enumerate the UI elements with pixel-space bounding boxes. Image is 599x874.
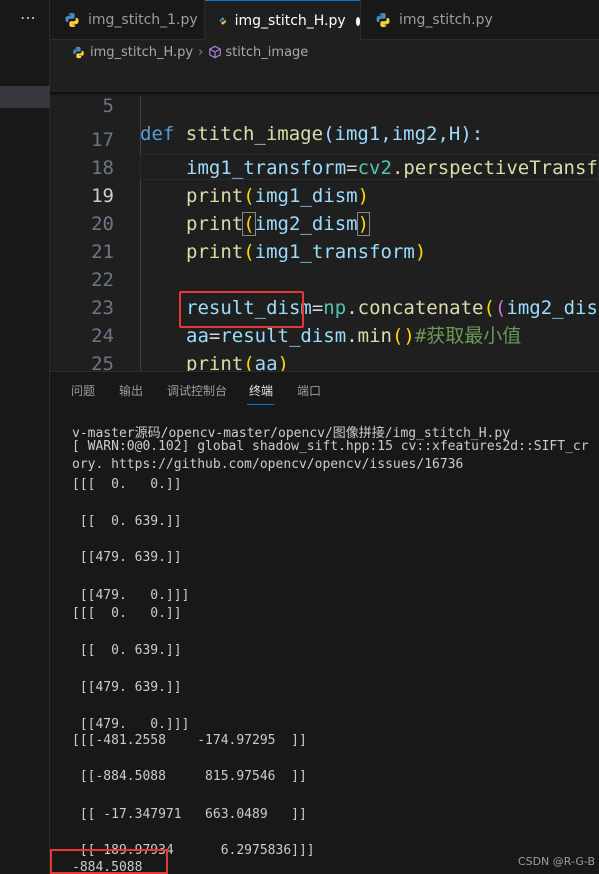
code-line[interactable]: 23 aa=result_dism.min()#获取最小值 [50,266,599,347]
terminal-line: [[479. 0.]]] [72,717,190,732]
terminal-line: [[479. 639.]] [72,680,182,695]
python-file-icon [376,13,390,27]
tab-img-stitch-1[interactable]: img_stitch_1.py [50,0,205,40]
unsaved-dot-icon[interactable] [355,16,360,26]
chevron-right-icon: › [198,44,204,60]
tab-debug-console[interactable]: 调试控制台 [167,382,227,399]
activity-selected-item[interactable] [0,86,50,108]
terminal-line: [[-884.5088 815.97546 ]] [72,769,307,784]
code-line[interactable]: 20 print(img1_transform) [50,182,599,263]
terminal-line: [[ 0. 639.]] [72,643,182,658]
terminal-line: [[[ 0. 0.]] [72,606,182,621]
tab-label: img_stitch_1.py [88,12,198,28]
active-tab-indicator [247,404,274,405]
tab-label: img_stitch.py [399,12,493,28]
tab-ports[interactable]: 端口 [297,382,321,399]
sticky-scroll-shadow [50,92,599,96]
python-file-icon [73,46,84,58]
method-cube-icon [209,45,222,59]
terminal-line: [ WARN:0@0.102] global shadow_sift.hpp:1… [72,439,589,454]
more-actions-icon[interactable]: ⋯ [20,8,37,27]
code-line[interactable]: 17 img1_transform=cv2.perspectiveTransf [50,98,599,179]
tab-terminal[interactable]: 终端 [249,382,273,399]
editor-tab-bar: img_stitch_1.py img_stitch_H.py img_stit… [50,0,599,41]
code-line[interactable]: 25 [50,322,599,371]
code-line[interactable]: 22 result_dism=np.concatenate((img2_dis [50,238,599,319]
code-line[interactable]: 19 print(img2_dism) [50,154,599,236]
terminal-output[interactable]: v-master源码/opencv-master/opencv/图像拼接/img… [50,407,599,874]
terminal-line: ory. https://github.com/opencv/opencv/is… [72,457,464,472]
terminal-line: [[ -17.347971 663.0489 ]] [72,807,307,822]
python-file-icon [219,17,226,25]
activity-bar: ⋯ [0,0,50,874]
code-editor[interactable]: 5 def stitch_image(img1,img2,H): 17 img1… [50,64,599,371]
terminal-line: [[479. 639.]] [72,550,182,565]
breadcrumb-file[interactable]: img_stitch_H.py [90,45,193,60]
terminal-line: [[[ 0. 0.]] [72,477,182,492]
python-file-icon [65,13,79,27]
highlight-box-result [50,849,168,874]
tab-output[interactable]: 输出 [119,382,143,399]
tab-label: img_stitch_H.py [234,13,346,29]
watermark: CSDN @R-G-B [517,855,595,868]
code-line[interactable]: 24 print(aa) [50,294,599,371]
terminal-line: [[ 0. 639.]] [72,514,182,529]
terminal-line: [[479. 0.]]] [72,588,190,603]
breadcrumb: img_stitch_H.py › stitch_image [50,40,599,64]
panel-tab-bar: 问题 输出 调试控制台 终端 端口 [50,371,599,407]
code-line[interactable]: 5 def stitch_image(img1,img2,H): [50,64,599,145]
tab-img-stitch-h[interactable]: img_stitch_H.py [205,0,361,41]
code-line[interactable]: 21 [50,210,599,263]
tab-problems[interactable]: 问题 [71,382,95,399]
terminal-line: [[[-481.2558 -174.97295 ]] [72,733,307,748]
code-line[interactable]: 18 print(img1_dism) [50,126,599,207]
code-line[interactable]: 26 print(result_dism) [50,350,599,371]
breadcrumb-symbol[interactable]: stitch_image [225,45,308,60]
tab-img-stitch[interactable]: img_stitch.py [361,0,511,40]
